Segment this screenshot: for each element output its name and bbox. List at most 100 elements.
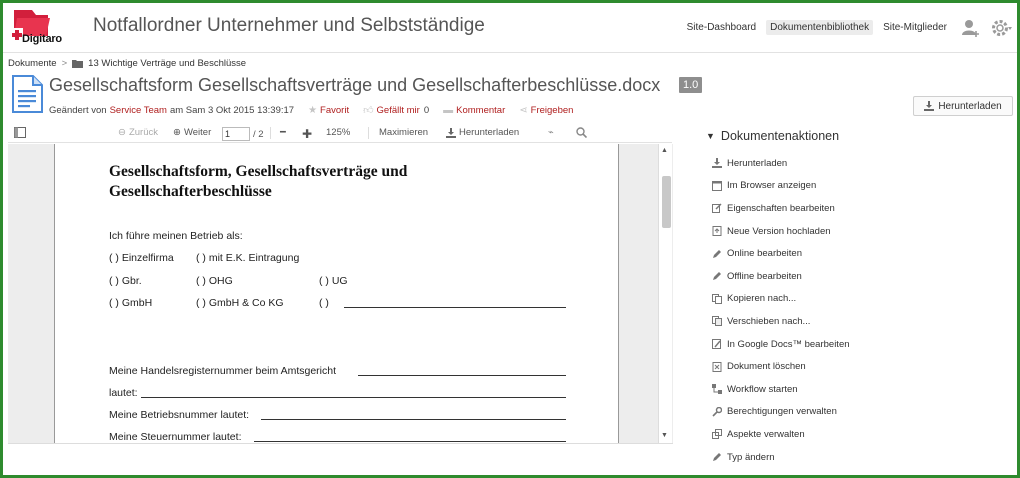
breadcrumb-separator: > bbox=[61, 58, 68, 69]
copy-icon bbox=[712, 293, 722, 304]
toolbar-download-button[interactable]: Herunterladen bbox=[446, 127, 519, 138]
hr-number-line-2 bbox=[141, 397, 566, 398]
nav-document-library[interactable]: Dokumentenbibliothek bbox=[766, 20, 874, 35]
action-label: Typ ändern bbox=[727, 451, 775, 463]
document-meta: Geändert von Service Team am Sam 3 Okt 2… bbox=[49, 104, 573, 117]
option-ohg: ( ) OHG bbox=[196, 275, 233, 287]
scrollbar-thumb[interactable] bbox=[662, 176, 671, 228]
breadcrumb: Dokumente > 13 Wichtige Verträge und Bes… bbox=[8, 58, 246, 69]
action-edit-offline[interactable]: Offline bearbeiten bbox=[696, 265, 1016, 288]
action-label: Kopieren nach... bbox=[727, 293, 797, 305]
download-button-label: Herunterladen bbox=[938, 100, 1002, 112]
hr-number-label: Meine Handelsregisternummer beim Amtsger… bbox=[109, 365, 337, 377]
edit-properties-icon bbox=[712, 203, 722, 214]
site-header: Digitaro Notfallordner Unternehmer und S… bbox=[3, 3, 1017, 53]
modified-prefix: Geändert von bbox=[49, 104, 107, 116]
comment-icon: ▬ bbox=[443, 104, 454, 116]
option-gbr: ( ) Gbr. bbox=[109, 275, 142, 287]
toolbar-download-label: Herunterladen bbox=[459, 127, 520, 138]
gear-icon[interactable] bbox=[991, 18, 1012, 38]
back-arrow-icon: ⊖ bbox=[118, 127, 126, 138]
action-manage-permissions[interactable]: Berechtigungen verwalten bbox=[696, 401, 1016, 424]
app-window: Digitaro Notfallordner Unternehmer und S… bbox=[0, 0, 1020, 478]
digitaro-logo[interactable]: Digitaro bbox=[8, 6, 74, 50]
action-edit-properties[interactable]: Eigenschaften bearbeiten bbox=[696, 197, 1016, 220]
action-label: Online bearbeiten bbox=[727, 248, 802, 260]
favorite-action[interactable]: ★ Favorit bbox=[308, 105, 349, 116]
action-copy-to[interactable]: Kopieren nach... bbox=[696, 288, 1016, 311]
zoom-value: 125% bbox=[326, 127, 351, 138]
maximize-button[interactable]: Maximieren bbox=[379, 127, 428, 138]
betriebsnummer-line bbox=[261, 419, 566, 420]
action-download[interactable]: Herunterladen bbox=[696, 152, 1016, 175]
option-einzelfirma: ( ) Einzelfirma bbox=[109, 252, 174, 264]
breadcrumb-folder[interactable]: 13 Wichtige Verträge und Beschlüsse bbox=[88, 58, 246, 69]
site-title[interactable]: Notfallordner Unternehmer und Selbststän… bbox=[93, 15, 485, 37]
zoom-in-button[interactable]: ✚ bbox=[302, 127, 312, 141]
google-docs-icon bbox=[712, 339, 722, 350]
action-label: Eigenschaften bearbeiten bbox=[727, 202, 835, 214]
zoom-level[interactable]: 125% bbox=[326, 127, 350, 138]
hr-number-line bbox=[358, 375, 566, 376]
plus-icon: ✚ bbox=[302, 127, 313, 141]
action-label: In Google Docs™ bearbeiten bbox=[727, 338, 850, 350]
action-label: Offline bearbeiten bbox=[727, 270, 802, 282]
panel-header[interactable]: ▼ Dokumentenaktionen bbox=[696, 129, 1016, 143]
star-icon: ★ bbox=[308, 104, 318, 116]
favorite-label: Favorit bbox=[320, 104, 350, 116]
page-navigator: / 2 bbox=[222, 127, 264, 141]
search-icon[interactable] bbox=[576, 127, 587, 138]
action-change-type[interactable]: Typ ändern bbox=[696, 446, 1016, 469]
thumbs-up-icon: 👍︎ bbox=[363, 105, 374, 116]
like-action[interactable]: 👍︎ Gefällt mir bbox=[363, 104, 420, 117]
toolbar-divider bbox=[368, 127, 369, 139]
page-total: / 2 bbox=[253, 128, 264, 140]
sidebar-toggle-icon[interactable] bbox=[14, 127, 26, 138]
forward-label: Weiter bbox=[183, 127, 212, 138]
action-edit-google-docs[interactable]: In Google Docs™ bearbeiten bbox=[696, 333, 1016, 356]
betriebsnummer-label: Meine Betriebsnummer lautet: bbox=[109, 409, 250, 421]
minus-icon: ━ bbox=[280, 127, 286, 138]
attachment-icon[interactable]: ⌁ bbox=[548, 127, 554, 138]
action-edit-online[interactable]: Online bearbeiten bbox=[696, 242, 1016, 265]
forward-button[interactable]: ⊕ Weiter bbox=[173, 127, 211, 138]
hr-number-label-2: lautet: bbox=[109, 387, 138, 399]
download-button[interactable]: Herunterladen bbox=[913, 96, 1013, 116]
nav-site-dashboard[interactable]: Site-Dashboard bbox=[683, 20, 760, 35]
scroll-down-icon[interactable]: ▼ bbox=[661, 432, 668, 439]
option-other-line bbox=[344, 307, 566, 308]
action-view-in-browser[interactable]: Im Browser anzeigen bbox=[696, 175, 1016, 198]
action-upload-new-version[interactable]: Neue Version hochladen bbox=[696, 220, 1016, 243]
document-file-icon bbox=[11, 75, 43, 113]
zoom-out-button[interactable]: ━ bbox=[280, 127, 286, 138]
breadcrumb-root[interactable]: Dokumente bbox=[8, 58, 57, 69]
comment-action[interactable]: ▬ Kommentar bbox=[443, 105, 505, 116]
action-move-to[interactable]: Verschieben nach... bbox=[696, 310, 1016, 333]
pencil-icon bbox=[712, 452, 722, 462]
action-start-workflow[interactable]: Workflow starten bbox=[696, 378, 1016, 401]
action-label: Herunterladen bbox=[727, 157, 788, 169]
action-label: Workflow starten bbox=[727, 383, 798, 395]
workflow-icon bbox=[712, 384, 722, 395]
nav-site-members[interactable]: Site-Mitglieder bbox=[879, 20, 951, 35]
steuernummer-label: Meine Steuernummer lautet: bbox=[109, 431, 242, 443]
action-label: Aspekte verwalten bbox=[727, 428, 805, 440]
scroll-up-icon[interactable]: ▲ bbox=[661, 147, 668, 154]
delete-icon bbox=[712, 361, 722, 372]
add-user-icon[interactable] bbox=[961, 18, 981, 38]
page-intro: Ich führe meinen Betrieb als: bbox=[109, 230, 243, 242]
back-button[interactable]: ⊖ Zurück bbox=[118, 127, 158, 138]
modified-user-link[interactable]: Service Team bbox=[110, 105, 167, 116]
action-label: Neue Version hochladen bbox=[727, 225, 831, 237]
maximize-label: Maximieren bbox=[379, 127, 429, 138]
pencil-icon bbox=[712, 249, 722, 259]
action-delete-document[interactable]: Dokument löschen bbox=[696, 355, 1016, 378]
document-actions-panel: ▼ Dokumentenaktionen Herunterladen Im Br… bbox=[696, 129, 1016, 468]
toolbar-divider bbox=[270, 127, 271, 139]
page-number-input[interactable] bbox=[222, 127, 250, 141]
viewer-scrollbar[interactable]: ▲ ▼ bbox=[658, 144, 672, 443]
action-manage-aspects[interactable]: Aspekte verwalten bbox=[696, 423, 1016, 446]
document-title: Gesellschaftsform Gesellschaftsverträge … bbox=[49, 75, 661, 95]
share-action[interactable]: ⋖ Freigeben bbox=[519, 105, 573, 116]
document-viewer[interactable]: Gesellschaftsform, Gesellschaftsverträge… bbox=[8, 144, 673, 444]
